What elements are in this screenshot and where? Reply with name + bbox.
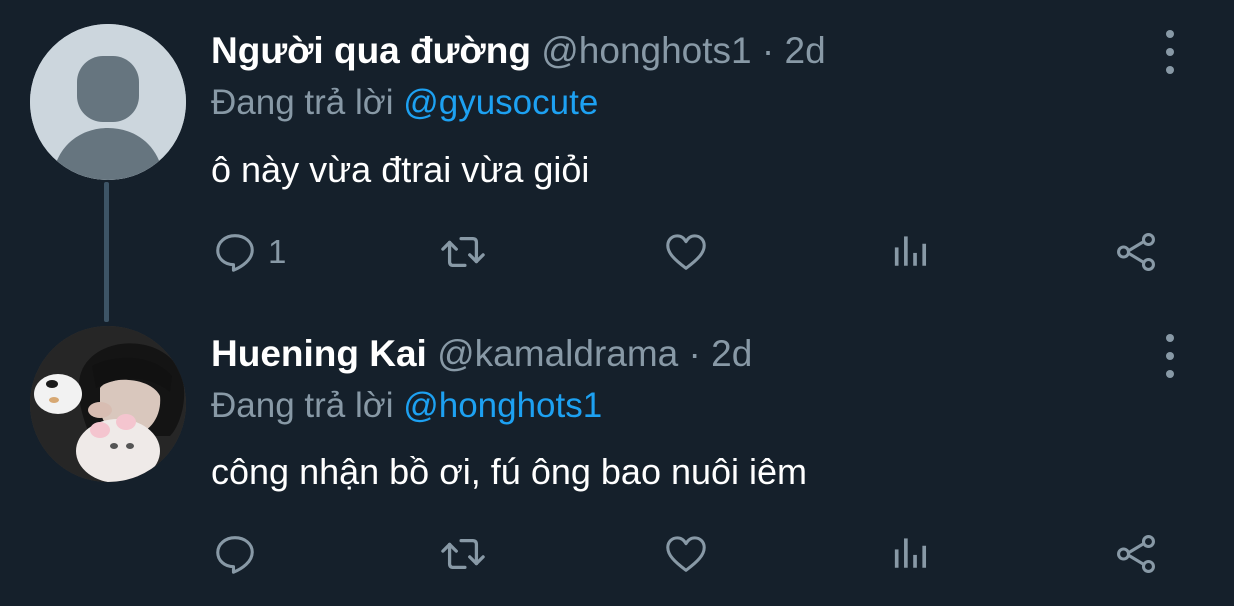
retweet-icon [441, 538, 485, 570]
tweet-header: Huening Kai @kamaldrama · 2d [211, 332, 752, 376]
reply-count: 1 [268, 233, 287, 270]
tweet-header: Người qua đường @honghots1 · 2d [211, 29, 826, 73]
reply-icon [216, 536, 254, 574]
tweet-item[interactable]: Huening Kai @kamaldrama · 2d Đang trả lờ… [0, 300, 1234, 606]
more-options-button[interactable] [1160, 334, 1180, 378]
share-button[interactable] [1113, 524, 1159, 584]
profile-photo-icon [30, 326, 186, 482]
share-button[interactable] [1113, 222, 1159, 282]
replying-label: Đang trả lời [211, 386, 394, 425]
reply-icon [216, 234, 254, 272]
replying-mention[interactable]: @gyusocute [403, 83, 598, 122]
default-avatar-icon [30, 24, 186, 180]
share-icon [1117, 535, 1155, 573]
like-button[interactable] [663, 524, 709, 584]
display-name[interactable]: Huening Kai [211, 333, 427, 374]
more-options-button[interactable] [1160, 30, 1180, 74]
heart-icon [666, 536, 706, 572]
tweet-actions [0, 524, 1234, 584]
username[interactable]: @kamaldrama [437, 333, 678, 374]
tweet-actions: 1 [0, 222, 1234, 282]
more-vertical-icon [1166, 30, 1174, 38]
timestamp[interactable]: 2d [785, 30, 826, 71]
tweet-item[interactable]: Người qua đường @honghots1 · 2d Đang trả… [0, 0, 1234, 322]
timestamp[interactable]: 2d [711, 333, 752, 374]
avatar[interactable] [30, 326, 186, 482]
avatar[interactable] [30, 24, 186, 180]
reply-button[interactable]: 1 [212, 222, 286, 282]
stats-button[interactable] [889, 524, 933, 584]
stats-button[interactable] [889, 222, 933, 282]
replying-to: Đang trả lời @gyusocute [211, 81, 598, 125]
share-icon [1117, 233, 1155, 271]
retweet-icon [441, 236, 485, 268]
separator: · [761, 30, 775, 71]
display-name[interactable]: Người qua đường [211, 30, 531, 71]
separator: · [688, 333, 701, 374]
retweet-button[interactable] [438, 222, 488, 282]
stats-icon [894, 538, 927, 568]
tweet-text: ô này vừa đtrai vừa giỏi [211, 149, 590, 190]
replying-to: Đang trả lời @honghots1 [211, 384, 602, 428]
heart-icon [666, 234, 706, 270]
like-button[interactable] [663, 222, 709, 282]
username[interactable]: @honghots1 [541, 30, 751, 71]
stats-icon [894, 236, 927, 266]
retweet-button[interactable] [438, 524, 488, 584]
reply-button[interactable] [212, 524, 268, 584]
tweet-text: công nhận bồ ơi, fú ông bao nuôi iêm [211, 451, 808, 492]
more-vertical-icon [1166, 334, 1174, 342]
replying-mention[interactable]: @honghots1 [403, 386, 602, 425]
replying-label: Đang trả lời [211, 83, 394, 122]
